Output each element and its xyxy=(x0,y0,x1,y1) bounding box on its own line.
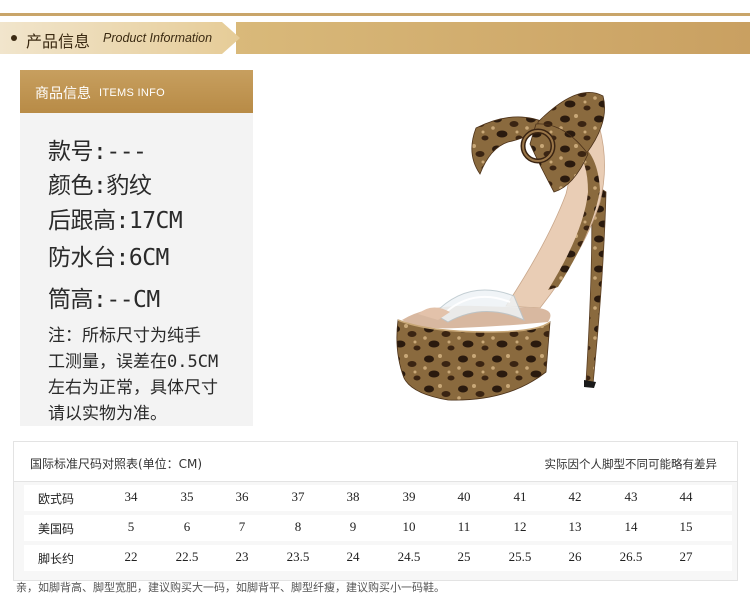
table-cell: 42 xyxy=(568,489,582,504)
row-label: 欧式码 xyxy=(38,492,75,506)
spec-shaft-height: 筒高:--CM xyxy=(48,287,160,313)
table-row: 脚长约 22 22.5 23 23.5 24 24.5 25 25.5 26 26.5 27 xyxy=(24,545,732,571)
table-cell: 22 xyxy=(124,549,138,564)
table-cell: 35 xyxy=(180,489,194,504)
table-cell: 41 xyxy=(513,489,527,504)
table-cell: 36 xyxy=(235,489,249,504)
table-cell: 23 xyxy=(235,549,249,564)
table-cell: 25 xyxy=(457,549,471,564)
table-cell: 15 xyxy=(679,519,693,534)
table-cell: 22.5 xyxy=(175,549,199,564)
bullet-icon xyxy=(11,35,17,41)
table-cell: 9 xyxy=(349,519,357,534)
table-cell: 40 xyxy=(457,489,471,504)
table-cell: 8 xyxy=(294,519,302,534)
table-row: 美国码 5 6 7 8 9 10 11 12 13 14 15 xyxy=(24,515,732,541)
section-header: 产品信息 Product Information xyxy=(0,22,750,54)
spec-platform: 防水台:6CM xyxy=(48,245,169,271)
table-row: 欧式码 34 35 36 37 38 39 40 41 42 43 44 xyxy=(24,485,732,511)
note-line: 请以实物为准。 xyxy=(48,404,167,424)
item-info-panel: 商品信息 ITEMS INFO 款号:--- 颜色:豹纹 后跟高:17CM 防水… xyxy=(20,70,253,426)
size-chart: 国际标准尺码对照表(单位：CM) 实际因个人脚型不同可能略有差异 欧式码 34 3… xyxy=(13,441,738,581)
header-band xyxy=(236,22,750,54)
table-cell: 12 xyxy=(513,519,527,534)
measurement-note: 注：所标尺寸为纯手 工测量，误差在0.5CM 左右为正常，具体尺寸 请以实物为准… xyxy=(48,323,248,427)
table-cell: 25.5 xyxy=(508,549,532,564)
table-cell: 10 xyxy=(402,519,416,534)
note-line: 左右为正常，具体尺寸 xyxy=(48,378,218,398)
header-title-cn: 产品信息 xyxy=(26,32,91,51)
top-divider xyxy=(0,13,750,16)
leopard-platform-sandal-image xyxy=(396,92,607,401)
table-cell: 6 xyxy=(183,519,191,534)
spec-style-number: 款号:--- xyxy=(48,139,147,165)
header-title-en: Product Information xyxy=(103,31,213,45)
table-cell: 24.5 xyxy=(397,549,421,564)
info-title-en: ITEMS INFO xyxy=(99,87,165,99)
info-title-cn: 商品信息 xyxy=(35,86,91,102)
table-cell: 26.5 xyxy=(619,549,643,564)
note-line: 工测量，误差在0.5CM xyxy=(48,352,219,372)
table-cell: 24 xyxy=(346,549,360,564)
size-chart-title: 国际标准尺码对照表(单位：CM) xyxy=(30,457,203,471)
table-cell: 5 xyxy=(127,519,135,534)
table-cell: 7 xyxy=(238,519,246,534)
table-cell: 44 xyxy=(679,489,693,504)
table-cell: 23.5 xyxy=(286,549,310,564)
table-cell: 13 xyxy=(568,519,582,534)
table-cell: 43 xyxy=(624,489,638,504)
row-label: 美国码 xyxy=(38,522,75,536)
note-line: 注：所标尺寸为纯手 xyxy=(48,326,201,346)
spec-color: 颜色:豹纹 xyxy=(48,173,152,199)
table-cell: 11 xyxy=(457,519,471,534)
size-chart-hint: 实际因个人脚型不同可能略有差异 xyxy=(544,457,718,471)
table-cell: 26 xyxy=(568,549,582,564)
table-cell: 38 xyxy=(346,489,360,504)
table-cell: 27 xyxy=(679,549,693,564)
table-cell: 34 xyxy=(124,489,138,504)
table-cell: 39 xyxy=(402,489,416,504)
table-cell: 37 xyxy=(291,489,305,504)
size-advice-note: 亲，如脚背高、脚型宽肥，建议购买大一码，如脚背平、脚型纤瘦，建议购买小一码鞋。 xyxy=(16,581,445,594)
table-cell: 14 xyxy=(624,519,638,534)
row-label: 脚长约 xyxy=(38,552,75,566)
size-chart-header: 国际标准尺码对照表(单位：CM) 实际因个人脚型不同可能略有差异 xyxy=(14,442,737,482)
info-title-bar: 商品信息 ITEMS INFO xyxy=(20,70,253,113)
spec-heel-height: 后跟高:17CM xyxy=(48,208,183,234)
